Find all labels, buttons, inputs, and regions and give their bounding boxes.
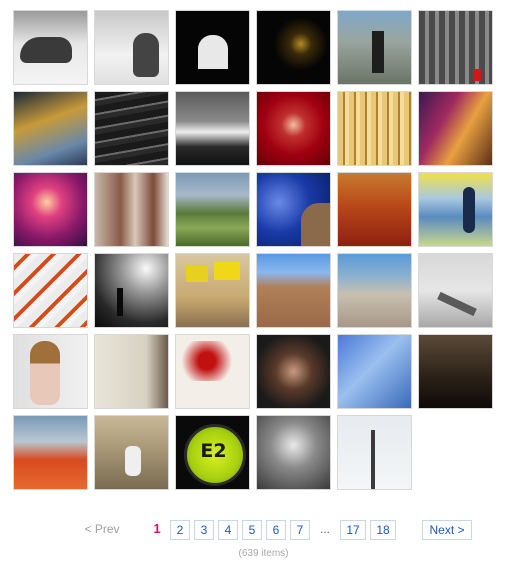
thumbnail[interactable]: E2 — [175, 415, 250, 490]
thumbnail[interactable] — [175, 10, 250, 85]
thumbnail[interactable] — [13, 334, 88, 409]
page-link-17[interactable]: 17 — [340, 520, 366, 540]
thumbnail[interactable] — [94, 10, 169, 85]
thumbnail[interactable] — [418, 172, 493, 247]
thumbnail[interactable] — [256, 334, 331, 409]
thumbnail[interactable] — [418, 253, 493, 328]
thumbnail[interactable] — [175, 91, 250, 166]
thumbnail[interactable] — [175, 334, 250, 409]
thumbnail[interactable] — [13, 253, 88, 328]
thumbnail[interactable] — [94, 415, 169, 490]
current-page: 1 — [153, 521, 161, 536]
thumbnail[interactable] — [337, 253, 412, 328]
page-link-18[interactable]: 18 — [370, 520, 396, 540]
thumbnail[interactable] — [94, 334, 169, 409]
thumbnail[interactable] — [94, 91, 169, 166]
pagination: < Prev 1 2 3 4 5 6 7 ... 17 18 Next > — [0, 520, 527, 542]
page-link-7[interactable]: 7 — [290, 520, 310, 540]
item-count: (639 items) — [238, 548, 289, 559]
prev-button: < Prev — [84, 522, 120, 536]
thumbnail[interactable] — [13, 172, 88, 247]
thumbnail[interactable] — [13, 415, 88, 490]
thumbnail[interactable] — [337, 334, 412, 409]
page-link-2[interactable]: 2 — [170, 520, 190, 540]
thumbnail[interactable] — [337, 415, 412, 490]
thumbnail-overlay-text: E2 — [200, 440, 227, 462]
thumbnail[interactable] — [337, 91, 412, 166]
thumbnail[interactable] — [256, 10, 331, 85]
page-link-3[interactable]: 3 — [194, 520, 214, 540]
thumbnail[interactable] — [418, 10, 493, 85]
thumbnail[interactable] — [256, 415, 331, 490]
page-link-5[interactable]: 5 — [242, 520, 262, 540]
thumbnail[interactable] — [94, 253, 169, 328]
thumbnail[interactable] — [94, 172, 169, 247]
thumbnail[interactable] — [13, 91, 88, 166]
thumbnail[interactable] — [418, 334, 493, 409]
thumbnail[interactable] — [175, 253, 250, 328]
thumbnail[interactable] — [13, 10, 88, 85]
thumbnail[interactable] — [256, 91, 331, 166]
next-button[interactable]: Next > — [422, 520, 472, 540]
thumbnail[interactable] — [175, 172, 250, 247]
thumbnail[interactable] — [418, 91, 493, 166]
thumbnail[interactable] — [256, 253, 331, 328]
page-link-6[interactable]: 6 — [266, 520, 286, 540]
thumbnail[interactable] — [337, 172, 412, 247]
page-link-4[interactable]: 4 — [218, 520, 238, 540]
thumbnail[interactable] — [256, 172, 331, 247]
thumbnail[interactable] — [337, 10, 412, 85]
pagination-ellipsis: ... — [319, 522, 330, 536]
